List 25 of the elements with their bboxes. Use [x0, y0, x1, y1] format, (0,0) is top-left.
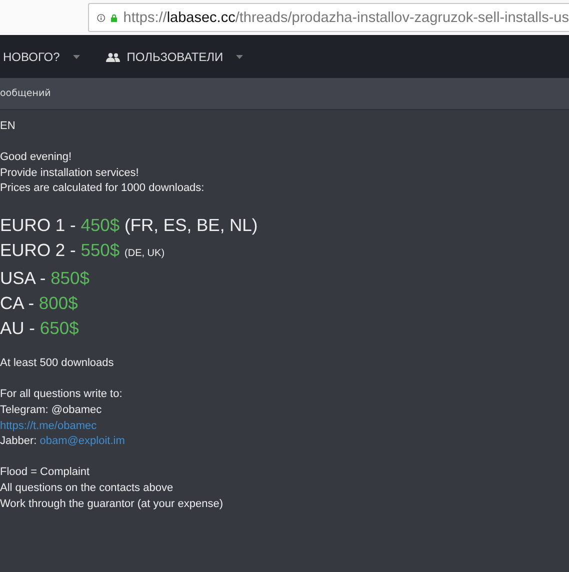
nav-label: НОВОГО?: [3, 50, 60, 64]
nav-menu[interactable]: ПОЛЬЗОВАТЕЛИ: [106, 50, 244, 64]
intro-line: Prices are calculated for 1000 downloads:: [0, 181, 206, 196]
url-text: https://labasec.cc/threads/prodazha-installov-zagruzok-sell-installs-us: [123, 10, 569, 26]
rule-line: Flood = Complaint: [0, 465, 91, 480]
language-label: EN: [0, 119, 16, 134]
minimum-text: At least 500 downloads: [0, 356, 115, 372]
caret-icon: [236, 55, 244, 59]
rule-line: All questions on the contacts above: [0, 480, 174, 496]
price-line: USA - 850$: [0, 266, 91, 290]
contacts-heading: For all questions write to:: [0, 387, 124, 402]
price-line: EURO 1 - 450$ (FR, ES, BE, NL): [0, 214, 259, 237]
breadcrumb-text: ообщений: [0, 88, 51, 99]
caret-icon: [72, 55, 80, 59]
telegram-text: Telegram: @obamec: [0, 402, 103, 418]
intro-line: Provide installation services!: [0, 166, 140, 181]
address-bar[interactable]: https://labasec.cc/threads/prodazha-installov-zagruzok-sell-installs-us: [88, 3, 569, 32]
nav-label: ПОЛЬЗОВАТЕЛИ: [126, 50, 224, 64]
price-line: CA - 800$: [0, 292, 79, 315]
nav-menu[interactable]: НОВОГО?: [3, 50, 80, 64]
rule-line: Work through the guarantor (at your expense): [0, 496, 224, 512]
price-line: EURO 2 - 550$ (DE, UK): [0, 238, 166, 262]
jabber-label: Jabber:: [0, 435, 38, 448]
intro-line: Good evening!: [0, 150, 73, 166]
price-line: AU - 650$: [0, 316, 80, 340]
